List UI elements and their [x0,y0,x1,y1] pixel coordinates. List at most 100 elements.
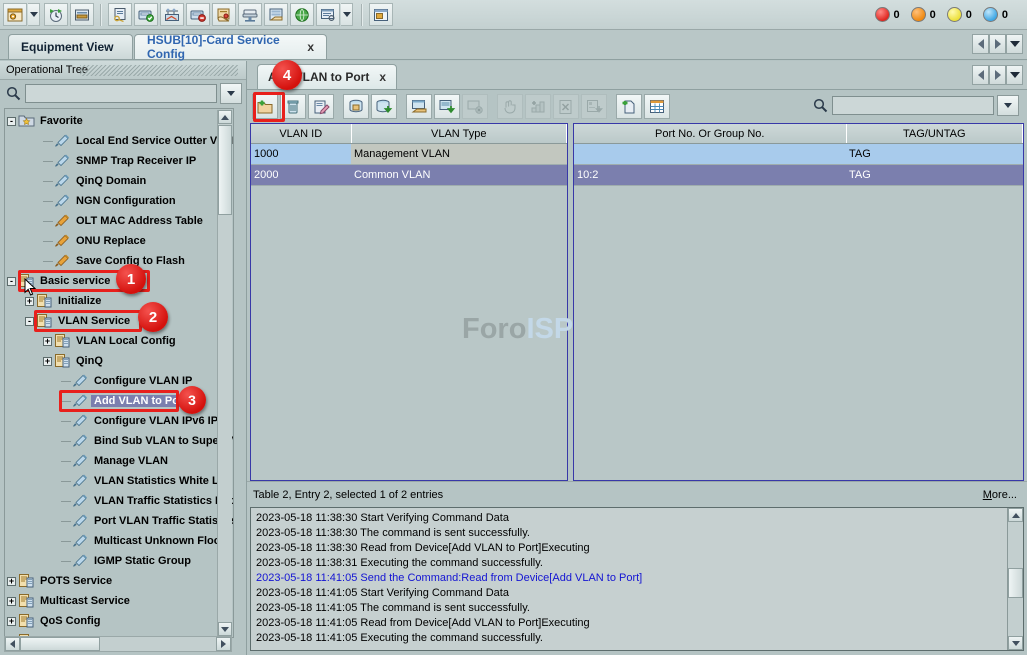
table-cell[interactable]: TAG [846,144,1023,165]
tree-node-initialize[interactable]: +Initialize [7,291,233,311]
scroll-down-button[interactable] [218,622,232,636]
tree-node-multicast-service[interactable]: +Multicast Service [7,591,233,611]
tree-node-bind-sub-vlan-to-super-vl[interactable]: Bind Sub VLAN to Super VL [7,431,233,451]
add-row-button[interactable] [252,94,278,119]
tree-search-dropdown[interactable] [220,83,242,104]
log-button[interactable] [316,3,340,26]
tree-expander[interactable]: + [7,597,16,606]
tree-node-qinq-domain[interactable]: QinQ Domain [7,171,233,191]
content-search-input[interactable] [832,96,994,115]
tree-expander[interactable]: + [7,617,16,626]
tree-node-onu-replace[interactable]: ONU Replace [7,231,233,251]
tree-node-add-vlan-to-port[interactable]: Add VLAN to Port [7,391,233,411]
tree-node-ngn-configuration[interactable]: NGN Configuration [7,191,233,211]
write-to-device-button[interactable] [371,94,397,119]
log-vertical-scrollbar[interactable] [1007,508,1023,650]
tree-node-snmp-trap-receiver-ip[interactable]: SNMP Trap Receiver IP [7,151,233,171]
read-from-device-button[interactable] [343,94,369,119]
edit-row-button[interactable] [308,94,334,119]
tab-add-vlan-to-port[interactable]: Add VLAN to Port x [257,64,397,89]
topology-button[interactable] [160,3,184,26]
scroll-right-button[interactable] [216,637,231,651]
batch-config-button[interactable] [581,94,607,119]
tab-equipment-view[interactable]: Equipment View [8,34,133,59]
new-view-dropdown[interactable] [28,3,40,26]
port-table[interactable]: Port No. Or Group No. TAG/UNTAG TAG10:2T… [573,123,1024,481]
tree-expander[interactable]: - [7,117,16,126]
delete-row-button[interactable] [280,94,306,119]
tree-node-local-end-service-outter-vlan[interactable]: Local End Service Outter VLAN [7,131,233,151]
tree-expander[interactable]: - [25,317,34,326]
table-row[interactable]: TAG [574,144,1023,165]
drag-grip[interactable] [80,65,238,76]
tree-node-vlan-traffic-statistics-info[interactable]: VLAN Traffic Statistics Info [7,491,233,511]
close-icon[interactable]: x [379,70,386,84]
scheduler-button[interactable] [44,3,68,26]
close-icon[interactable]: x [307,40,314,54]
scroll-thumb[interactable] [1008,568,1023,598]
new-record-button[interactable] [616,94,642,119]
tab-next-button[interactable] [989,34,1006,54]
column-header-vlan-type[interactable]: VLAN Type [351,124,567,144]
table-cell[interactable]: Common VLAN [351,165,567,186]
tree-node-basic-service[interactable]: -Basic service [7,271,233,291]
tree-expander[interactable]: + [7,577,16,586]
tab-prev-button[interactable] [972,34,989,54]
command-log-pane[interactable]: 2023-05-18 11:38:30 Start Verifying Comm… [250,507,1024,651]
export-excel-button[interactable] [553,94,579,119]
table-cell[interactable] [574,144,846,165]
table-row[interactable]: 2000Common VLAN [251,165,567,186]
major-alarm-led[interactable] [911,7,926,22]
scroll-left-button[interactable] [5,637,20,651]
tree-node-qinq[interactable]: +QinQ [7,351,233,371]
tree-node-vlan-service[interactable]: -VLAN Service [7,311,233,331]
tree-expander[interactable]: + [43,337,52,346]
tree-node-port-vlan-traffic-statistics[interactable]: Port VLAN Traffic Statistics [7,511,233,531]
select-tool-button[interactable] [497,94,523,119]
scroll-up-button[interactable] [218,110,232,124]
table-cell[interactable]: TAG [846,165,1023,186]
content-tab-next-button[interactable] [989,65,1006,85]
table-cell[interactable]: 2000 [251,165,351,186]
tree-node-igmp-static-group[interactable]: IGMP Static Group [7,551,233,571]
table-cell[interactable]: 10:2 [574,165,846,186]
content-tab-list-button[interactable] [1006,65,1023,85]
column-header-tag-untag[interactable]: TAG/UNTAG [846,124,1023,144]
column-header-vlan-id[interactable]: VLAN ID [251,124,351,144]
warning-alarm-led[interactable] [983,7,998,22]
tree-node-save-config-to-flash[interactable]: Save Config to Flash [7,251,233,271]
table-cell[interactable]: Management VLAN [351,144,567,165]
tree-node-pots-service[interactable]: +POTS Service [7,571,233,591]
scroll-down-button[interactable] [1008,636,1023,650]
save-table-button[interactable] [434,94,460,119]
tree-node-configure-vlan-ipv6-ip[interactable]: Configure VLAN IPv6 IP [7,411,233,431]
cancel-table-button[interactable] [462,94,488,119]
window-button[interactable] [369,3,393,26]
vlan-table[interactable]: VLAN ID VLAN Type 1000Management VLAN200… [250,123,568,481]
authority-button[interactable] [108,3,132,26]
tab-card-service-config[interactable]: HSUB[10]-Card Service Config x [134,34,327,59]
scroll-up-button[interactable] [1008,508,1023,522]
tree-vertical-scrollbar[interactable] [217,110,232,636]
log-dropdown[interactable] [341,3,353,26]
tree-node-multicast-unknown-flood[interactable]: Multicast Unknown Flood [7,531,233,551]
add-entry-button[interactable] [525,94,551,119]
tree-node-olt-mac-address-table[interactable]: OLT MAC Address Table [7,211,233,231]
column-header-port-no[interactable]: Port No. Or Group No. [574,124,846,144]
new-view-button[interactable] [3,3,27,26]
scroll-thumb[interactable] [218,125,232,215]
device-remove-button[interactable] [186,3,210,26]
search-icon[interactable] [811,97,829,115]
load-table-button[interactable] [406,94,432,119]
tree-node-configure-vlan-ip[interactable]: Configure VLAN IP [7,371,233,391]
tree-node-favorite[interactable]: -Favorite [7,111,233,131]
shelf-button[interactable] [238,3,262,26]
config-button[interactable] [212,3,236,26]
critical-alarm-led[interactable] [875,7,890,22]
content-tab-prev-button[interactable] [972,65,989,85]
table-row[interactable]: 10:2TAG [574,165,1023,186]
tree-expander[interactable]: + [43,357,52,366]
tree-expander[interactable]: - [7,277,16,286]
scroll-thumb[interactable] [20,637,100,651]
tree-node-vlan-local-config[interactable]: +VLAN Local Config [7,331,233,351]
